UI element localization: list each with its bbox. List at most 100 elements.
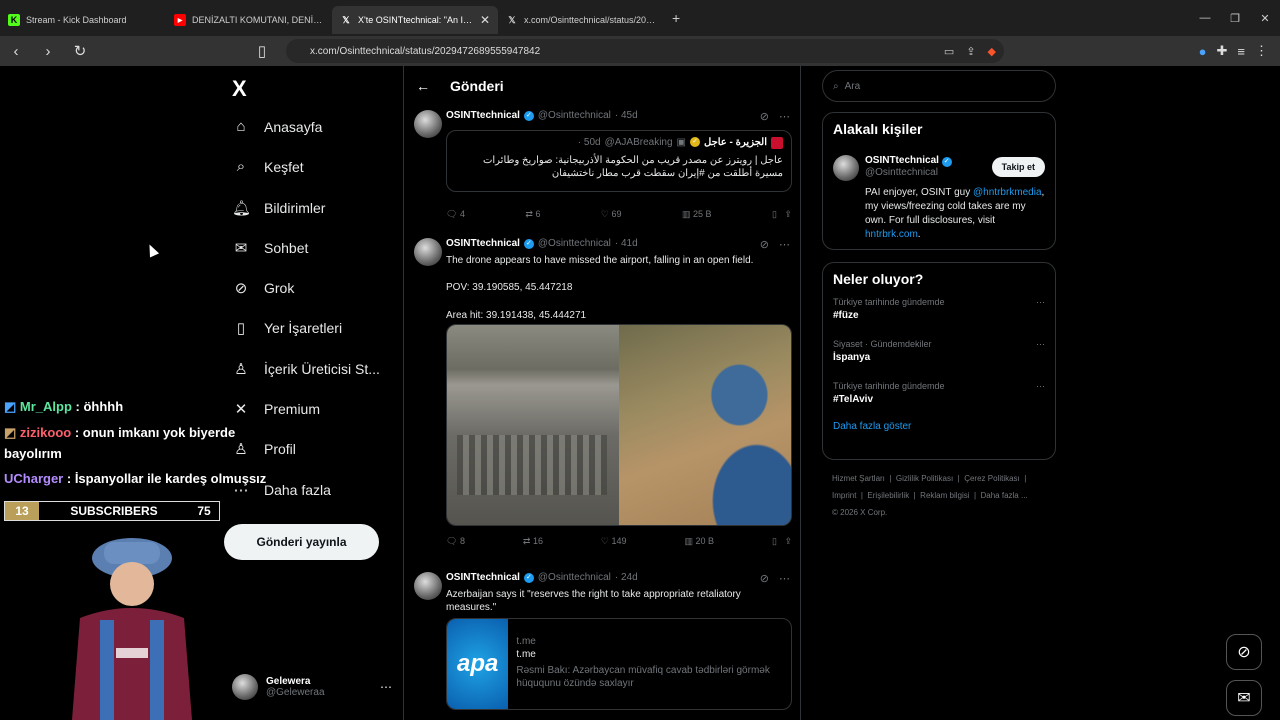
x-logo[interactable]: X [232, 76, 247, 102]
satellite-image-airport[interactable] [447, 325, 619, 525]
extension-icon[interactable]: ● [1199, 44, 1207, 59]
avatar[interactable] [414, 110, 442, 138]
tab-bar: K Stream - Kick Dashboard ▶ DENİZALTI KO… [0, 0, 1280, 36]
share-icon[interactable]: ⇪ [966, 45, 975, 58]
grok-icon[interactable]: ⊘ [760, 110, 769, 123]
share-icon[interactable]: ⇪ [784, 536, 792, 546]
grok-icon: ⊘ [234, 280, 248, 297]
views-button[interactable]: ▥ 25 B [682, 209, 712, 220]
verified-icon: ✓ [690, 137, 700, 147]
cast-icon[interactable]: ▭ [944, 45, 954, 58]
grok-icon: ⊘ [1237, 644, 1251, 661]
chat-message: ◩ zizikooo : onun imkanı yok biyerde [4, 425, 236, 440]
more-icon[interactable]: ⋯ [1036, 381, 1045, 392]
brave-shield-icon[interactable]: ◆ [988, 45, 996, 58]
tweet-text: The drone appears to have missed the air… [446, 255, 754, 266]
x-icon: 𝕏 [508, 14, 516, 25]
footer-links: Hizmet Şartları | Gizlilik Politikası | … [832, 474, 1028, 517]
back-icon[interactable]: ‹ [0, 43, 32, 60]
trend-item[interactable]: Siyaset · Gündemdekiler İspanya ⋯ [833, 339, 1045, 363]
more-icon[interactable]: ⋯ [380, 680, 392, 694]
tweet-text: Area hit: 39.191438, 45.444271 [446, 310, 587, 321]
trend-item[interactable]: Türkiye tarihinde gündemde #TelAviv ⋯ [833, 381, 1045, 405]
bookmark-icon[interactable]: ▯ [772, 209, 777, 219]
show-more-link[interactable]: Daha fazla göster [833, 421, 1045, 432]
tab-x-active[interactable]: 𝕏 X'te OSINTtechnical: "An Iran ✕ [332, 6, 498, 34]
nav-premium[interactable]: ✕ Premium [232, 400, 320, 418]
search-icon: ⌕ [833, 80, 839, 92]
extensions-area: ● ✚ ≡ ⋮ [1199, 36, 1280, 66]
tab-kick[interactable]: K Stream - Kick Dashboard [0, 6, 166, 34]
reload-icon[interactable]: ↻ [64, 42, 96, 60]
more-icon[interactable]: ⋯ [779, 572, 790, 585]
verified-icon: ✓ [523, 572, 534, 583]
address-bar: ‹ › ↻ ▯ x.com/Osinttechnical/status/2029… [0, 36, 1280, 66]
more-icon[interactable]: ⋯ [779, 238, 790, 251]
nav-bookmarks[interactable]: ▯ Yer İşaretleri [232, 319, 342, 337]
tweet-media[interactable] [446, 324, 792, 526]
tab-x-status[interactable]: 𝕏 x.com/Osinttechnical/status/2029472 [498, 6, 664, 34]
post-button[interactable]: Gönderi yayınla [224, 524, 379, 560]
avatar[interactable] [833, 155, 859, 181]
like-button[interactable]: ♡ 149 [601, 536, 627, 547]
more-icon[interactable]: ⋯ [779, 110, 790, 123]
avatar[interactable] [414, 572, 442, 600]
nav-home[interactable]: ⌂ Anasayfa [232, 118, 322, 135]
more-icon[interactable]: ⋯ [1036, 339, 1045, 350]
profile-icon: ♙ [234, 441, 248, 458]
nav-creator-studio[interactable]: ♙ İçerik Üreticisi St... [232, 360, 380, 378]
nav-explore[interactable]: ⌕ Keşfet [232, 158, 304, 175]
forward-icon[interactable]: › [32, 43, 64, 60]
close-icon[interactable]: ✕ [480, 13, 490, 27]
close-window-icon[interactable]: ✕ [1250, 12, 1280, 25]
repost-button[interactable]: ⇄ 16 [523, 536, 543, 547]
kick-icon: K [8, 14, 20, 26]
link-card[interactable]: apa t.me t.me Rəsmi Bakı: Azərbaycan müv… [446, 618, 792, 710]
nav-profile[interactable]: ♙ Profil [232, 440, 296, 458]
views-button[interactable]: ▥ 20 B [684, 536, 714, 547]
back-arrow-icon[interactable]: ← [416, 78, 430, 94]
avatar[interactable] [414, 238, 442, 266]
satellite-image-map[interactable] [619, 325, 791, 525]
quoted-tweet[interactable]: · 50d @AJABreaking ▣ ✓ الجزيرة - عاجل عا… [446, 130, 792, 192]
chat-message: ◩ Mr_Alpp : öhhhh [4, 399, 124, 414]
repost-button[interactable]: ⇄ 6 [525, 209, 540, 220]
puzzle-icon[interactable]: ✚ [1217, 43, 1228, 59]
url-field[interactable]: x.com/Osinttechnical/status/202947268955… [286, 39, 1004, 63]
main-column: ← Gönderi OSINTtechnical ✓ @Osinttechnic… [403, 66, 801, 720]
bookmark-page-icon[interactable]: ▯ [246, 42, 278, 60]
like-button[interactable]: ♡ 69 [601, 209, 622, 220]
reply-button[interactable]: 🗨︎ 8 [446, 536, 465, 547]
bookmark-icon[interactable]: ▯ [772, 536, 777, 546]
grok-icon[interactable]: ⊘ [760, 238, 769, 251]
reply-button[interactable]: 🗨︎ 4 [446, 209, 465, 220]
tab-youtube[interactable]: ▶ DENİZALTI KOMUTANI, DENİZALTI SA [166, 6, 332, 34]
tweet-actions: 🗨︎ 8 ⇄ 16 ♡ 149 ▥ 20 B ▯ ⇪ [446, 536, 792, 547]
nav-messages[interactable]: ✉ Sohbet [232, 239, 309, 257]
right-sidebar: ⌕ Ara Alakalı kişiler OSINTtechnical ✓ @… [822, 66, 1056, 517]
tweet[interactable]: OSINTtechnical ✓ @Osinttechnical · 45d ⊘… [414, 110, 792, 226]
search-icon: ⌕ [236, 158, 246, 175]
messages-fab-button[interactable]: ✉ [1226, 680, 1262, 716]
nav-notifications[interactable]: 🔔︎ Bildirimler [232, 199, 325, 217]
grok-icon[interactable]: ⊘ [760, 572, 769, 585]
follow-button[interactable]: Takip et [991, 157, 1045, 177]
grok-fab-button[interactable]: ⊘ [1226, 634, 1262, 670]
search-input[interactable]: ⌕ Ara [822, 70, 1056, 102]
verified-icon: ✓ [523, 238, 534, 249]
account-switcher[interactable]: Gelewera @Geleweraa ⋯ [232, 674, 392, 700]
verified-icon: ✓ [941, 157, 952, 167]
tweet[interactable]: OSINTtechnical ✓ @Osinttechnical · 24d ⊘… [414, 572, 792, 720]
trend-item[interactable]: Türkiye tarihinde gündemde #füze ⋯ [833, 297, 1045, 321]
nav-grok[interactable]: ⊘ Grok [232, 279, 295, 297]
mail-icon: ✉ [234, 240, 248, 257]
tweet[interactable]: OSINTtechnical ✓ @Osinttechnical · 41d ⊘… [414, 238, 792, 558]
playlist-icon[interactable]: ≡ [1237, 44, 1245, 59]
new-tab-button[interactable]: + [664, 10, 688, 26]
minimize-icon[interactable]: — [1190, 12, 1220, 24]
column-header: ← Gönderi [404, 66, 800, 106]
menu-icon[interactable]: ⋮ [1255, 43, 1268, 59]
restore-icon[interactable]: ❐ [1220, 12, 1250, 25]
share-icon[interactable]: ⇪ [784, 209, 792, 219]
more-icon[interactable]: ⋯ [1036, 297, 1045, 308]
